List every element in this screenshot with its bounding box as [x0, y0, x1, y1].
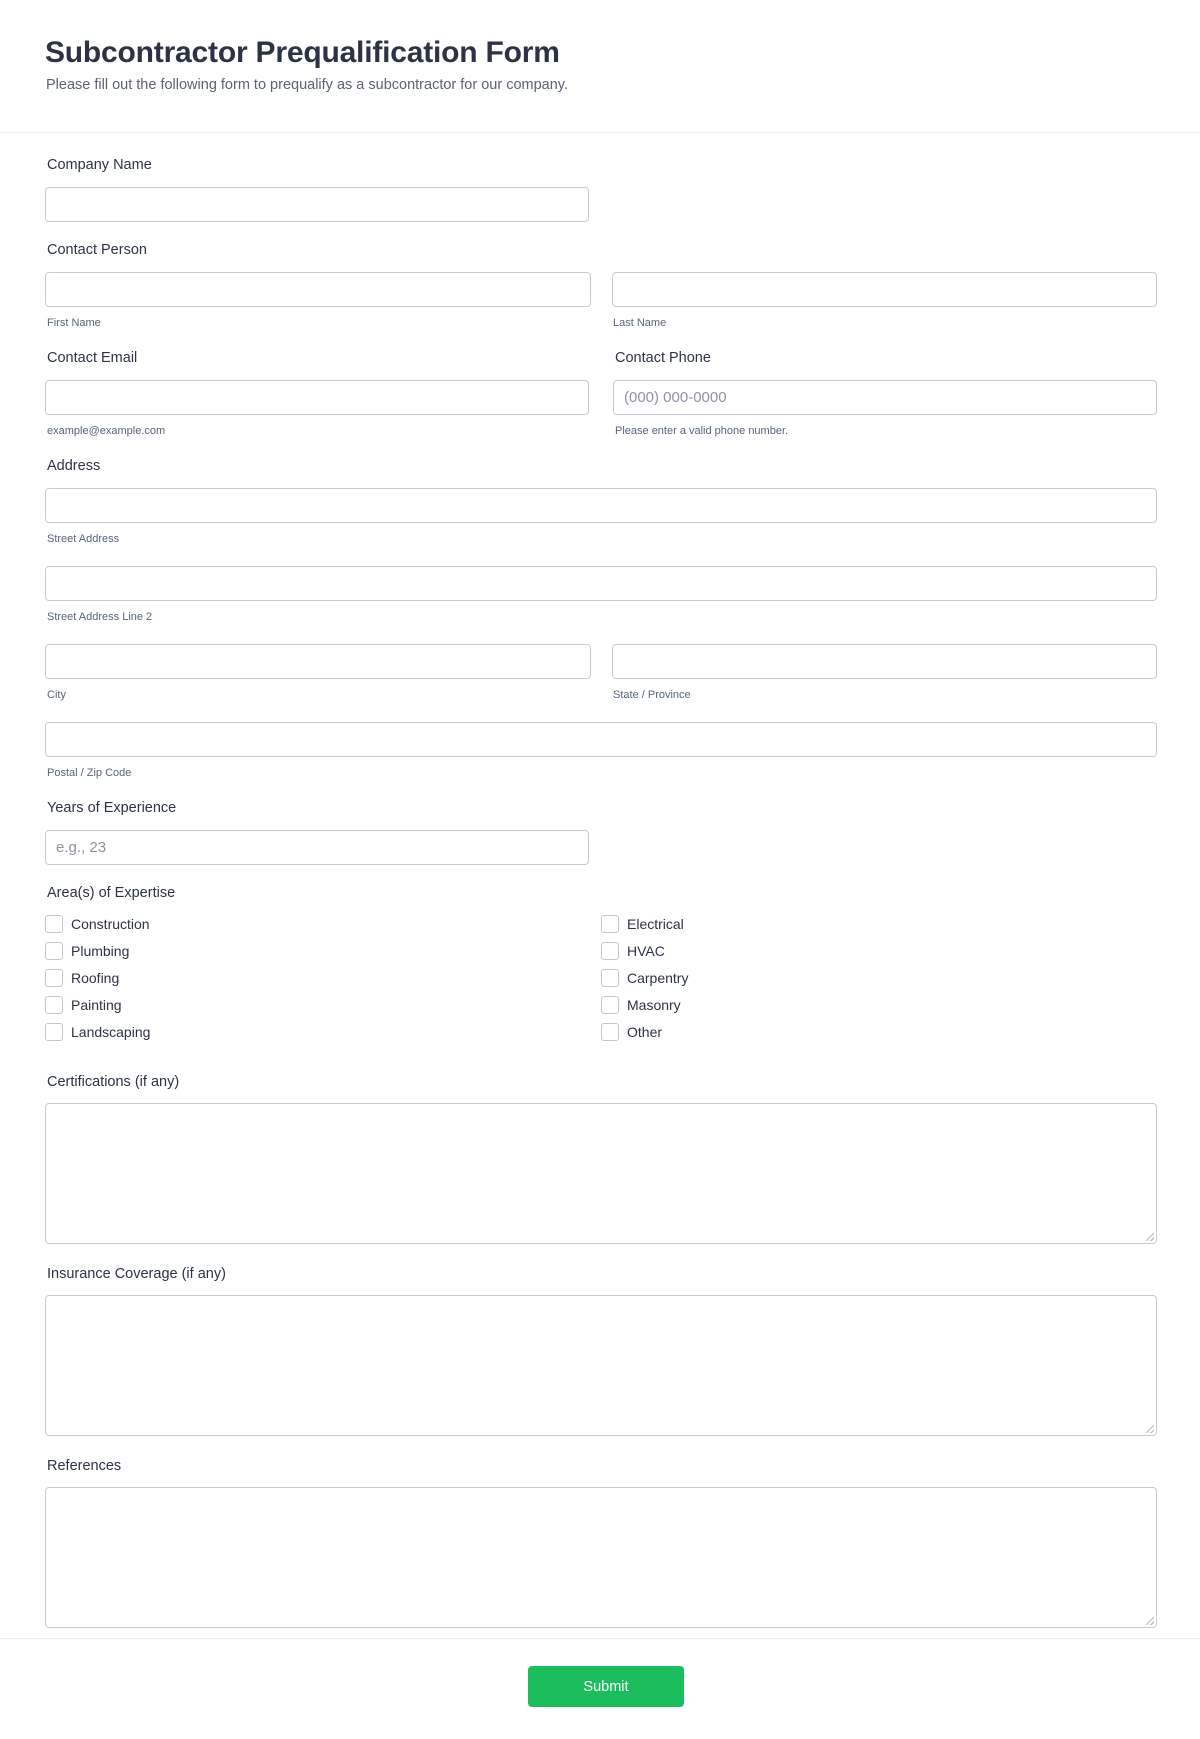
expertise-option-landscaping[interactable]: Landscaping [45, 1022, 150, 1042]
expertise-label: Area(s) of Expertise [47, 885, 176, 901]
checkbox[interactable] [601, 969, 619, 987]
resize-handle-icon[interactable] [1146, 1233, 1154, 1241]
first-name-input[interactable] [45, 272, 591, 307]
street-address-line2-input[interactable] [45, 566, 1157, 601]
expertise-option-carpentry[interactable]: Carpentry [601, 968, 688, 988]
submit-button[interactable]: Submit [528, 1666, 684, 1707]
contact-person-label: Contact Person [47, 242, 147, 258]
company-name-input[interactable] [45, 187, 589, 222]
company-name-label: Company Name [47, 157, 152, 173]
checkbox-label: HVAC [627, 943, 665, 959]
contact-phone-input[interactable] [613, 380, 1157, 415]
checkbox-label: Carpentry [627, 970, 689, 986]
checkbox-label: Masonry [627, 997, 681, 1013]
address-label: Address [47, 458, 101, 474]
checkbox-label: Plumbing [71, 943, 130, 959]
city-input[interactable] [45, 644, 591, 679]
checkbox-label: Landscaping [71, 1024, 151, 1040]
insurance-textarea[interactable] [45, 1295, 1157, 1436]
expertise-option-plumbing[interactable]: Plumbing [45, 941, 129, 961]
contact-email-label: Contact Email [47, 350, 138, 366]
last-name-sublabel: Last Name [613, 317, 667, 329]
contact-email-sublabel: example@example.com [47, 425, 166, 437]
checkbox-label: Electrical [627, 916, 684, 932]
checkbox[interactable] [601, 915, 619, 933]
contact-phone-sublabel: Please enter a valid phone number. [615, 425, 789, 437]
checkbox-label: Construction [71, 916, 150, 932]
form-header: Subcontractor Prequalification Form Plea… [0, 0, 1200, 133]
last-name-input[interactable] [612, 272, 1157, 307]
contact-email-input[interactable] [45, 380, 589, 415]
street-address-input[interactable] [45, 488, 1157, 523]
references-textarea[interactable] [45, 1487, 1157, 1628]
years-experience-input[interactable] [45, 830, 589, 865]
form-title: Subcontractor Prequalification Form [45, 36, 560, 69]
street-address-sublabel: Street Address [47, 533, 120, 545]
first-name-sublabel: First Name [47, 317, 101, 329]
postal-code-input[interactable] [45, 722, 1157, 757]
checkbox[interactable] [45, 915, 63, 933]
certifications-textarea[interactable] [45, 1103, 1157, 1244]
postal-code-sublabel: Postal / Zip Code [47, 767, 132, 779]
resize-handle-icon[interactable] [1146, 1425, 1154, 1433]
checkbox-label: Painting [71, 997, 122, 1013]
expertise-option-painting[interactable]: Painting [45, 995, 122, 1015]
expertise-option-other[interactable]: Other [601, 1022, 662, 1042]
expertise-option-construction[interactable]: Construction [45, 914, 150, 934]
checkbox-label: Roofing [71, 970, 120, 986]
state-province-input[interactable] [612, 644, 1157, 679]
city-sublabel: City [47, 689, 66, 701]
resize-handle-icon[interactable] [1146, 1617, 1154, 1625]
insurance-label: Insurance Coverage (if any) [47, 1266, 226, 1282]
expertise-option-masonry[interactable]: Masonry [601, 995, 681, 1015]
years-experience-label: Years of Experience [47, 800, 177, 816]
checkbox[interactable] [45, 969, 63, 987]
expertise-option-hvac[interactable]: HVAC [601, 941, 665, 961]
street-address-line2-sublabel: Street Address Line 2 [47, 611, 153, 623]
checkbox[interactable] [45, 996, 63, 1014]
references-label: References [47, 1458, 122, 1474]
expertise-option-electrical[interactable]: Electrical [601, 914, 684, 934]
checkbox[interactable] [601, 996, 619, 1014]
expertise-option-roofing[interactable]: Roofing [45, 968, 119, 988]
form-subtitle: Please fill out the following form to pr… [46, 77, 568, 93]
checkbox[interactable] [45, 942, 63, 960]
checkbox[interactable] [601, 942, 619, 960]
checkbox[interactable] [601, 1023, 619, 1041]
certifications-label: Certifications (if any) [47, 1074, 180, 1090]
contact-phone-label: Contact Phone [615, 350, 711, 366]
checkbox[interactable] [45, 1023, 63, 1041]
state-province-sublabel: State / Province [613, 689, 691, 701]
checkbox-label: Other [627, 1024, 663, 1040]
footer-divider [0, 1638, 1200, 1639]
